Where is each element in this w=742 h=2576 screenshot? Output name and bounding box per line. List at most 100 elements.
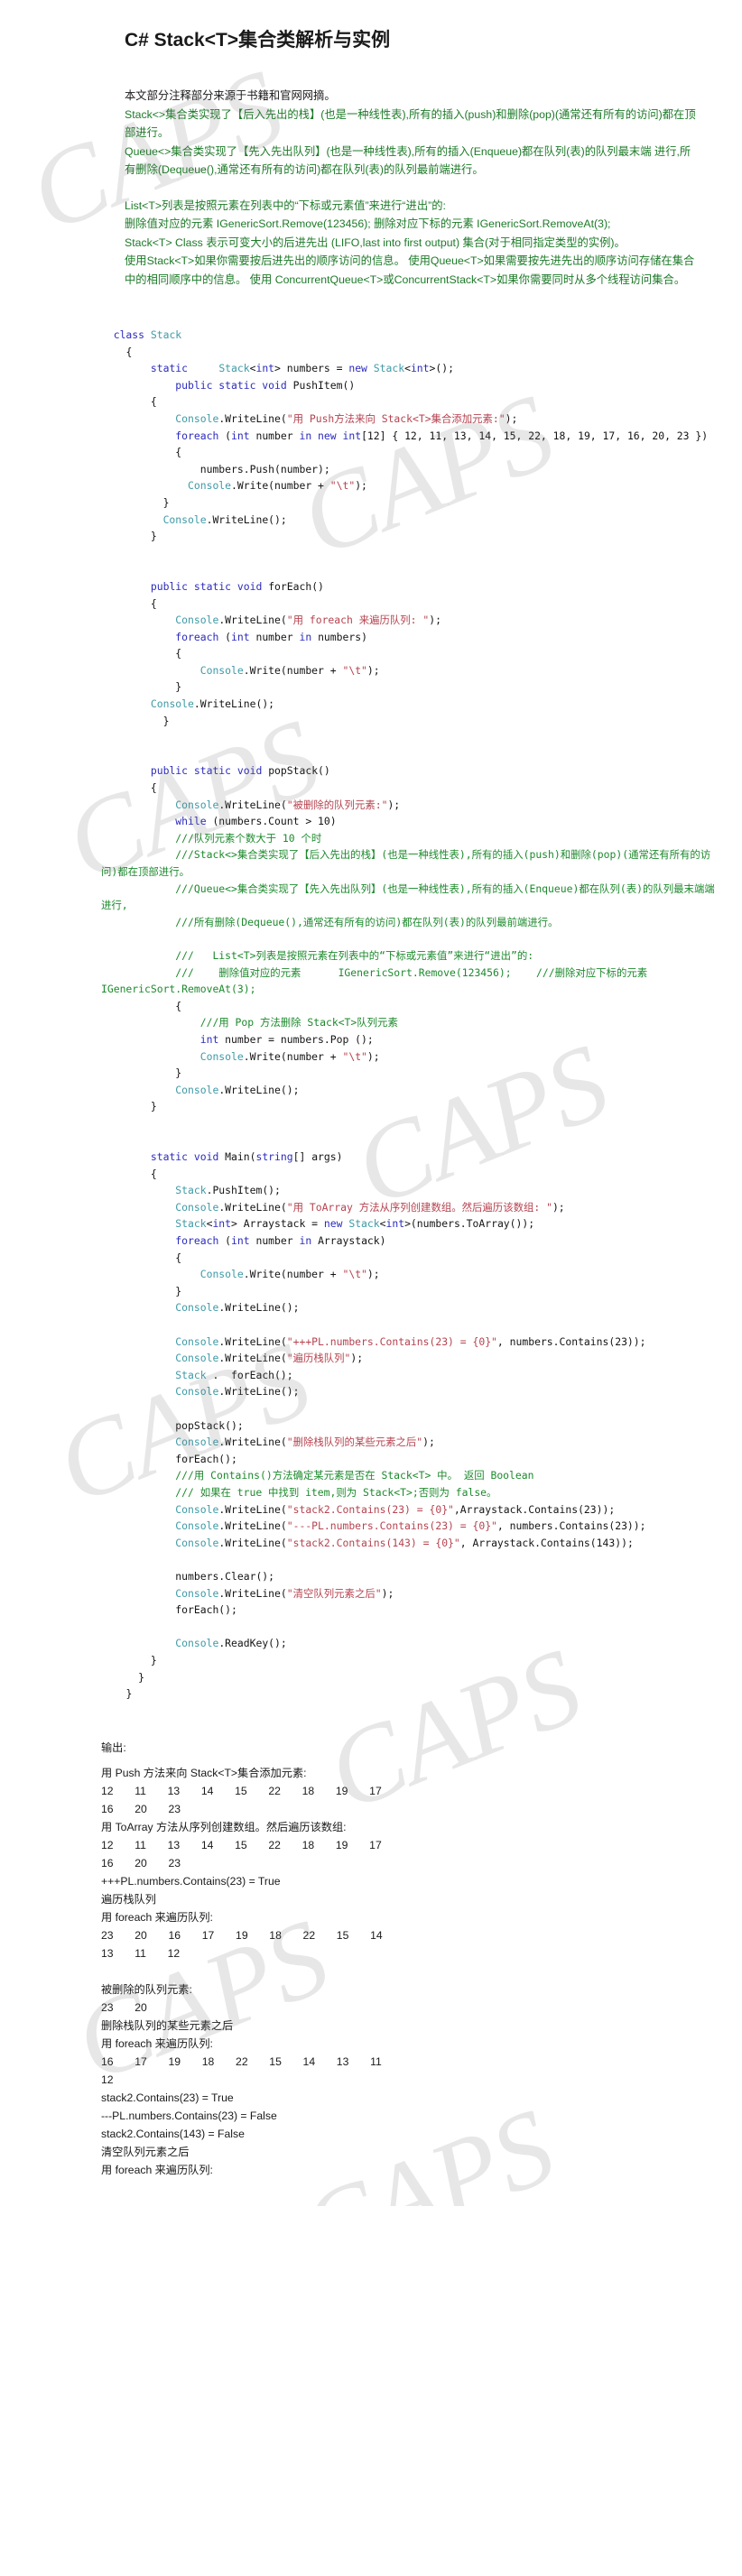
code-token: Console (162, 512, 207, 526)
code-token: { (101, 1251, 182, 1264)
code-token: ); (350, 1352, 364, 1365)
code-line: public static void forEach() (101, 578, 720, 596)
code-token: .WriteLine( (218, 411, 287, 425)
code-token: forEach() (268, 579, 324, 593)
code-token: Console (175, 411, 219, 425)
output-line: 用 foreach 来遍历队列: (101, 1910, 213, 1924)
code-token: Console (150, 697, 194, 711)
code-token: [12] { 12, 11, 13, 14, 15, 22, 18, 19, 1… (361, 429, 709, 442)
code-token: > Arraystack = (231, 1217, 324, 1231)
code-token: new (323, 1217, 349, 1231)
code-line: Console.WriteLine("stack2.Contains(23) =… (101, 1501, 720, 1519)
code-token: ); (366, 1268, 380, 1281)
code-line: { (101, 596, 720, 613)
code-token: foreach (175, 1234, 226, 1248)
output-line: 用 foreach 来遍历队列: (101, 2163, 213, 2176)
code-token: ( (225, 1234, 232, 1248)
code-line: public static void popStack() (101, 762, 720, 780)
code-token: .WriteLine( (218, 1519, 287, 1533)
code-token: in (299, 1234, 319, 1248)
code-token: ///用 Pop 方法删除 Stack<T>队列元素 (101, 1016, 398, 1029)
code-line: Console.Write(number + "\t"); (101, 1048, 720, 1066)
code-token: Console (175, 798, 219, 811)
code-line: } (101, 1065, 720, 1082)
code-line: { (101, 645, 720, 662)
code-token: { (101, 781, 157, 795)
code-token: Stack (218, 362, 250, 375)
code-token: >(); (429, 362, 454, 375)
code-token: } (101, 1100, 157, 1113)
code-token: numbers) (318, 630, 367, 643)
output-line: 23 20 16 17 19 18 22 15 14 (101, 1928, 383, 1942)
code-token: .WriteLine(); (218, 1083, 300, 1096)
code-token: >(numbers.ToArray()); (404, 1217, 535, 1231)
output-line: 遍历栈队列 (101, 1892, 156, 1906)
intro-line-lifo: Stack<T> Class 表示可变大小的后进先出 (LIFO,last in… (125, 235, 626, 249)
code-line: foreach (int number in new int[12] { 12,… (101, 428, 720, 445)
code-line: Console.WriteLine(); (101, 1299, 720, 1316)
code-token: { (101, 1167, 157, 1180)
output-lines: 用 Push 方法来向 Stack<T>集合添加元素: 12 11 13 14 1… (101, 1764, 720, 2179)
code-token: "用 Push方法来向 Stack<T>集合添加元素:" (286, 411, 505, 425)
code-token: Stack (175, 1217, 207, 1231)
intro-line-usage: 使用Stack<T>如果你需要按后进先出的顺序访问的信息。 使用Queue<T>… (125, 254, 695, 286)
code-token: .WriteLine(); (193, 697, 275, 711)
output-line: ---PL.numbers.Contains(23) = False (101, 2109, 277, 2122)
code-token: ///用 Contains()方法确定某元素是否在 Stack<T> 中。 返回… (101, 1469, 534, 1482)
code-token: int (255, 362, 275, 375)
code-token: "stack2.Contains(23) = {0}" (286, 1502, 454, 1516)
code-line: forEach(); (101, 1602, 720, 1619)
code-token: { (101, 345, 133, 358)
code-line: popStack(); (101, 1417, 720, 1435)
code-token: Console (188, 479, 232, 493)
code-token: .ReadKey(); (218, 1637, 287, 1650)
code-token: ///Queue<>集合类实现了【先入先出队列】(也是一种线性表),所有的插入(… (101, 882, 715, 912)
code-line: forEach(); (101, 1451, 720, 1468)
code-token: "+++PL.numbers.Contains(23) = {0}" (286, 1334, 497, 1348)
code-line: Stack<int> Arraystack = new Stack<int>(n… (101, 1215, 720, 1233)
code-line: Console.WriteLine("stack2.Contains(143) … (101, 1535, 720, 1552)
code-token: class (101, 328, 151, 341)
code-token: ///队列元素个数大于 10 个时 (101, 831, 322, 845)
output-line: 被删除的队列元素: (101, 1982, 192, 1996)
code-token: "被删除的队列元素:" (286, 798, 388, 811)
code-token: Console (175, 614, 219, 627)
code-line: while (numbers.Count > 10) (101, 813, 720, 830)
intro-line-source: 本文部分注释部分来源于书籍和官网网摘。 (125, 89, 336, 102)
output-line (101, 1962, 720, 1980)
code-line: } (101, 528, 720, 545)
code-token: .PushItem(); (206, 1184, 281, 1197)
code-token: number (255, 1234, 300, 1248)
code-token: Console (175, 1586, 219, 1600)
code-line: } (101, 679, 720, 696)
code-line: ///用 Pop 方法删除 Stack<T>队列元素 (101, 1014, 720, 1031)
output-section: 输出: 用 Push 方法来向 Stack<T>集合添加元素: 12 11 13 … (0, 1739, 742, 2206)
code-line: ///Queue<>集合类实现了【先入先出队列】(也是一种线性表),所有的插入(… (101, 881, 720, 914)
code-line: int number = numbers.Pop (); (101, 1031, 720, 1048)
code-token: ///Stack<>集合类实现了【后入先出的栈】(也是一种线性表),所有的插入(… (101, 848, 711, 878)
code-line: Console.WriteLine("遍历栈队列"); (101, 1350, 720, 1367)
code-line: Console.Write(number + "\t"); (101, 1266, 720, 1283)
code-line: class Stack (101, 327, 720, 344)
code-line: Console.WriteLine("用 ToArray 方法从序列创建数组。然… (101, 1199, 720, 1216)
code-token: .WriteLine(); (218, 1301, 300, 1315)
code-token: "---PL.numbers.Contains(23) = {0}" (286, 1519, 497, 1533)
output-line: 用 foreach 来遍历队列: (101, 2036, 213, 2050)
code-token: ); (366, 663, 380, 677)
code-token: Console (175, 1536, 219, 1549)
code-token: Console (175, 1502, 219, 1516)
code-token: .WriteLine( (218, 1536, 287, 1549)
code-line: numbers.Clear(); (101, 1568, 720, 1585)
